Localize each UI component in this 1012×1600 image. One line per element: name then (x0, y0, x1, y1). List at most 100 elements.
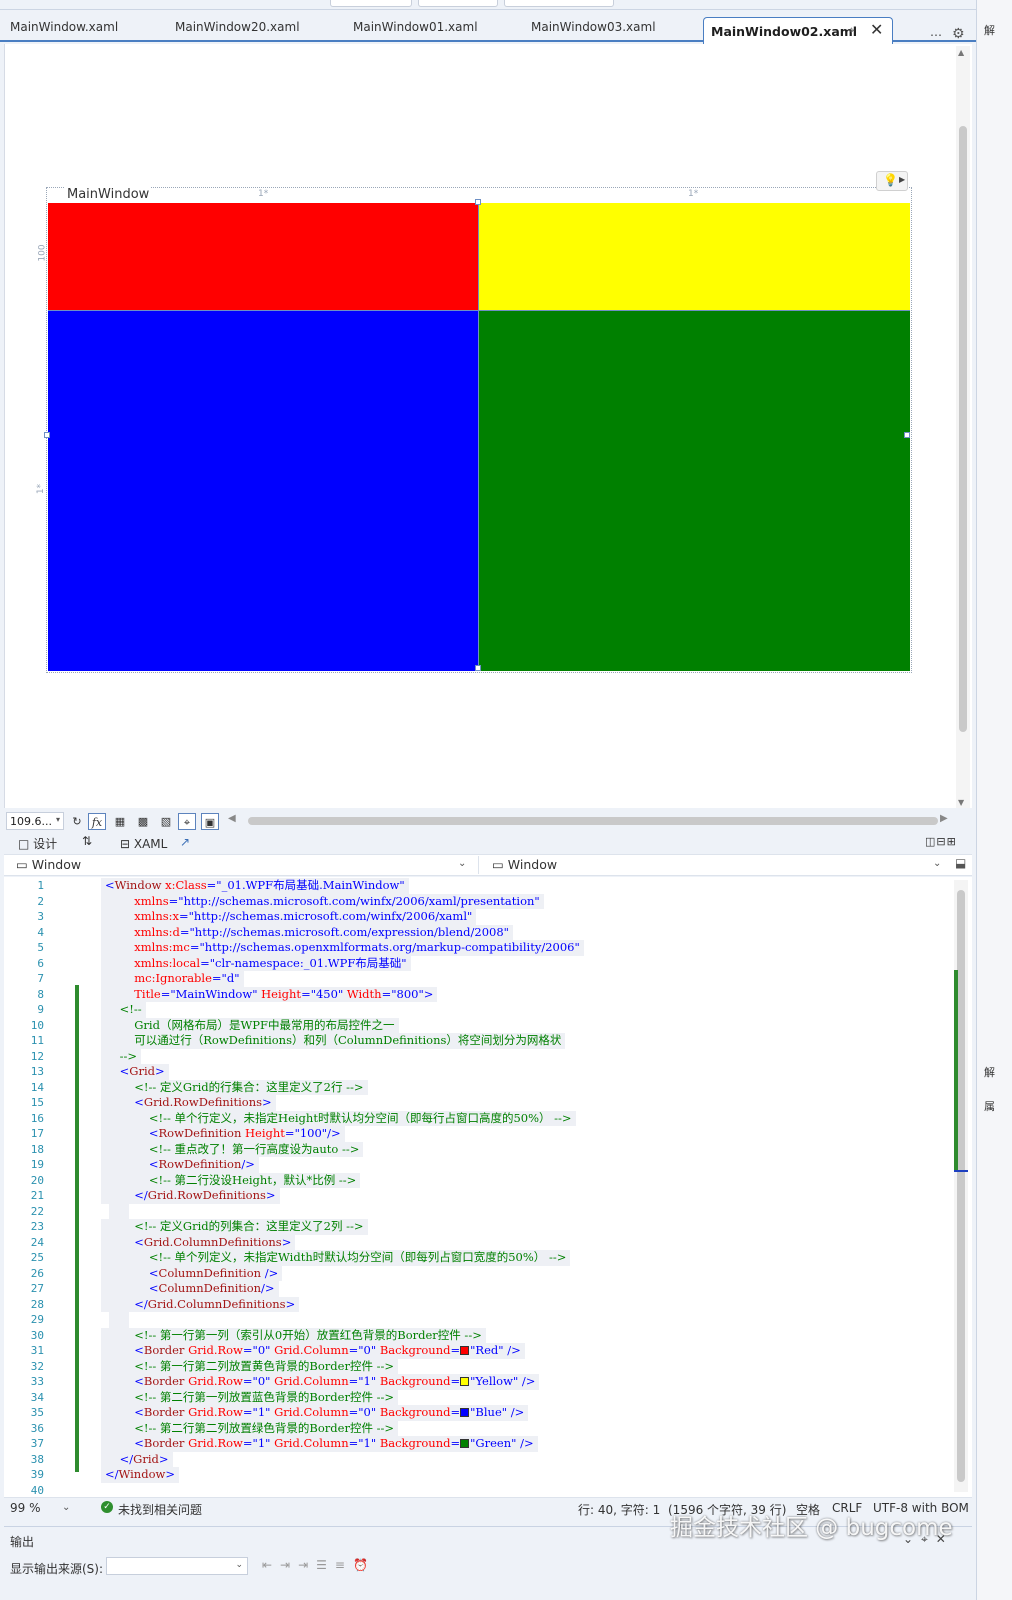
code-line[interactable]: <RowDefinition Height="100"/> (101, 1126, 345, 1142)
code-line[interactable]: </Grid> (101, 1451, 173, 1467)
split-editor-icon[interactable]: ⬓ (955, 856, 966, 870)
code-line-blank[interactable] (109, 1312, 129, 1328)
overflow-icon[interactable]: ⋯ (930, 28, 942, 42)
scroll-up-icon[interactable]: ▲ (958, 48, 964, 57)
resize-handle-top[interactable] (475, 199, 481, 205)
resize-handle-bottom[interactable] (475, 665, 481, 671)
code-line[interactable]: <RowDefinition/> (101, 1157, 259, 1173)
code-line[interactable]: mc:Ignorable="d" (101, 971, 244, 987)
code-line[interactable]: <Grid.RowDefinitions> (101, 1095, 276, 1111)
xaml-tab[interactable]: ⊟ XAML (120, 837, 167, 851)
output-toolbar-icons[interactable]: ⇤⇥⇥☰≡⏰ (262, 1558, 376, 1572)
type-dropdown[interactable]: ▭ Window (16, 857, 81, 872)
code-line[interactable]: <!-- 重点改了！第一行高度设为auto --> (101, 1141, 364, 1157)
code-line[interactable]: --> (101, 1048, 142, 1064)
snap-lines-icon[interactable]: ⌖ (178, 813, 196, 830)
cursor-position[interactable]: 行: 40, 字符: 1 (578, 1501, 660, 1518)
scroll-down-icon[interactable]: ▼ (958, 798, 964, 807)
grid-cell-yellow[interactable] (478, 203, 910, 310)
panel-tab-solution-2[interactable]: 解 (984, 1064, 995, 1080)
code-line[interactable]: 可以通过行（RowDefinitions）和列（ColumnDefinition… (101, 1033, 566, 1049)
scroll-left-icon[interactable]: ◀ (228, 813, 236, 824)
tab-mainwindow01[interactable]: MainWindow01.xaml (353, 20, 478, 34)
split-orientation-icons[interactable]: ◫⊟⊞ (925, 835, 957, 848)
xaml-code-editor[interactable]: 1 2 3 4 5 6 7 8 9 10 11 12 13 14 15 16 17 18 19 20 21 22 23 24 2… (4, 877, 972, 1497)
code-line[interactable]: <!-- 第一行第二列放置黄色背景的Border控件 --> (101, 1358, 399, 1374)
gear-icon[interactable]: ⚙ (952, 26, 965, 42)
designer-vertical-scrollbar[interactable]: ▲ ▼ (956, 46, 970, 808)
scroll-thumb[interactable] (959, 126, 967, 732)
tab-mainwindow[interactable]: MainWindow.xaml (10, 20, 118, 34)
code-line[interactable]: <!-- 单个列定义，未指定Width时默认均分空间（即每列占窗口宽度的50%）… (101, 1250, 571, 1266)
resize-handle-right[interactable] (904, 432, 910, 438)
code-line[interactable]: <Border Grid.Row="0" Grid.Column="0" Bac… (101, 1343, 525, 1359)
issues-status[interactable]: 未找到相关问题 (118, 1501, 202, 1518)
editor-zoom[interactable]: 99 % (10, 1501, 41, 1515)
grid-cell-blue[interactable] (48, 310, 478, 671)
code-line[interactable]: xmlns:x="http://schemas.microsoft.com/wi… (101, 909, 477, 925)
chevron-down-icon[interactable]: ⌄ (62, 1502, 70, 1513)
row-splitter[interactable] (48, 310, 910, 311)
close-icon[interactable]: ✕ (870, 20, 883, 39)
code-line[interactable]: </Grid.ColumnDefinitions> (101, 1296, 300, 1312)
code-line[interactable]: <!-- 第二行没设Height，默认*比例 --> (101, 1172, 361, 1188)
designer-horizontal-scrollbar[interactable] (248, 817, 938, 825)
code-line[interactable]: <!-- 定义Grid的行集合：这里定义了2行 --> (101, 1079, 368, 1095)
panel-tab-properties[interactable]: 属 (984, 1098, 995, 1114)
design-tab[interactable]: □ 设计 (18, 835, 57, 852)
code-line[interactable]: <!-- 第二行第一列放置蓝色背景的Border控件 --> (101, 1389, 399, 1405)
code-line[interactable]: Grid（网格布局）是WPF中最常用的布局控件之一 (101, 1017, 399, 1033)
scroll-thumb[interactable] (957, 890, 965, 1482)
editor-vertical-scrollbar[interactable] (954, 880, 968, 1492)
grid-icon[interactable]: ▦ (111, 813, 129, 830)
grid-cell-green[interactable] (478, 310, 910, 671)
pin-icon[interactable]: ⌖ (848, 23, 855, 38)
panel-tab-solution[interactable]: 解 (984, 22, 995, 38)
code-line[interactable]: xmlns:mc="http://schemas.openxmlformats.… (101, 940, 584, 956)
popout-xaml-icon[interactable]: ↗ (180, 835, 190, 849)
output-source-dropdown[interactable]: ⌄ (106, 1557, 248, 1575)
tab-mainwindow02[interactable]: MainWindow02.xaml ⌖ ✕ (703, 17, 893, 44)
fx-button[interactable]: fx (88, 813, 106, 830)
config-dropdown[interactable] (330, 0, 412, 7)
code-line[interactable]: <!-- 单个行定义，未指定Height时默认均分空间（即每行占窗口高度的50%… (101, 1110, 576, 1126)
code-line[interactable]: <!-- 第二行第二列放置绿色背景的Border控件 --> (101, 1420, 399, 1436)
code-line[interactable]: xmlns:d="http://schemas.microsoft.com/ex… (101, 924, 513, 940)
code-line[interactable]: <Window x:Class="_01.WPF布局基础.MainWindow" (101, 878, 409, 894)
code-line[interactable]: <Border Grid.Row="1" Grid.Column="1" Bac… (101, 1436, 538, 1452)
artboard-icon[interactable]: ▧ (157, 813, 175, 830)
code-line[interactable]: <ColumnDefinition/> (101, 1281, 279, 1297)
column-ruler-label-2[interactable]: 1* (688, 189, 698, 199)
code-line[interactable]: </Grid.RowDefinitions> (101, 1188, 280, 1204)
code-line[interactable]: <Border Grid.Row="0" Grid.Column="1" Bac… (101, 1374, 540, 1390)
code-line[interactable]: <!-- 定义Grid的列集合：这里定义了2列 --> (101, 1219, 368, 1235)
zoom-dropdown[interactable]: 109.6... ▾ (6, 812, 64, 830)
code-line[interactable]: Title="MainWindow" Height="450" Width="8… (101, 986, 438, 1002)
chevron-down-icon[interactable]: ⌄ (458, 858, 466, 869)
column-ruler-label-1[interactable]: 1* (258, 189, 268, 199)
snap-grid-icon[interactable]: ▩ (134, 813, 152, 830)
tab-mainwindow20[interactable]: MainWindow20.xaml (175, 20, 300, 34)
row-ruler-label-2[interactable]: 1* (36, 484, 46, 494)
resize-handle-left[interactable] (44, 432, 50, 438)
code-line[interactable]: xmlns:local="clr-namespace:_01.WPF布局基础" (101, 955, 411, 971)
grid-cell-red[interactable] (48, 203, 478, 310)
run-button[interactable] (504, 0, 614, 7)
chevron-down-icon[interactable]: ⌄ (933, 858, 941, 869)
tab-mainwindow03[interactable]: MainWindow03.xaml (531, 20, 656, 34)
code-line[interactable]: <Grid.ColumnDefinitions> (101, 1234, 296, 1250)
refresh-icon[interactable]: ↻ (68, 813, 86, 830)
column-splitter[interactable] (478, 203, 479, 671)
code-line[interactable]: <Grid> (101, 1064, 169, 1080)
code-line[interactable]: xmlns="http://schemas.microsoft.com/winf… (101, 893, 544, 909)
member-dropdown[interactable]: ▭ Window (492, 857, 557, 872)
swap-panes-icon[interactable]: ⇅ (82, 834, 92, 848)
code-line[interactable]: <!-- (101, 1002, 146, 1018)
platform-dropdown[interactable] (418, 0, 498, 7)
code-line[interactable]: <Border Grid.Row="1" Grid.Column="0" Bac… (101, 1405, 529, 1421)
code-line[interactable]: <ColumnDefinition /> (101, 1265, 283, 1281)
grid-preview[interactable] (44, 199, 910, 671)
row-ruler-label-1[interactable]: 100 (38, 244, 48, 261)
code-line-blank[interactable] (109, 1203, 129, 1219)
device-icon[interactable]: ▣ (201, 813, 219, 830)
